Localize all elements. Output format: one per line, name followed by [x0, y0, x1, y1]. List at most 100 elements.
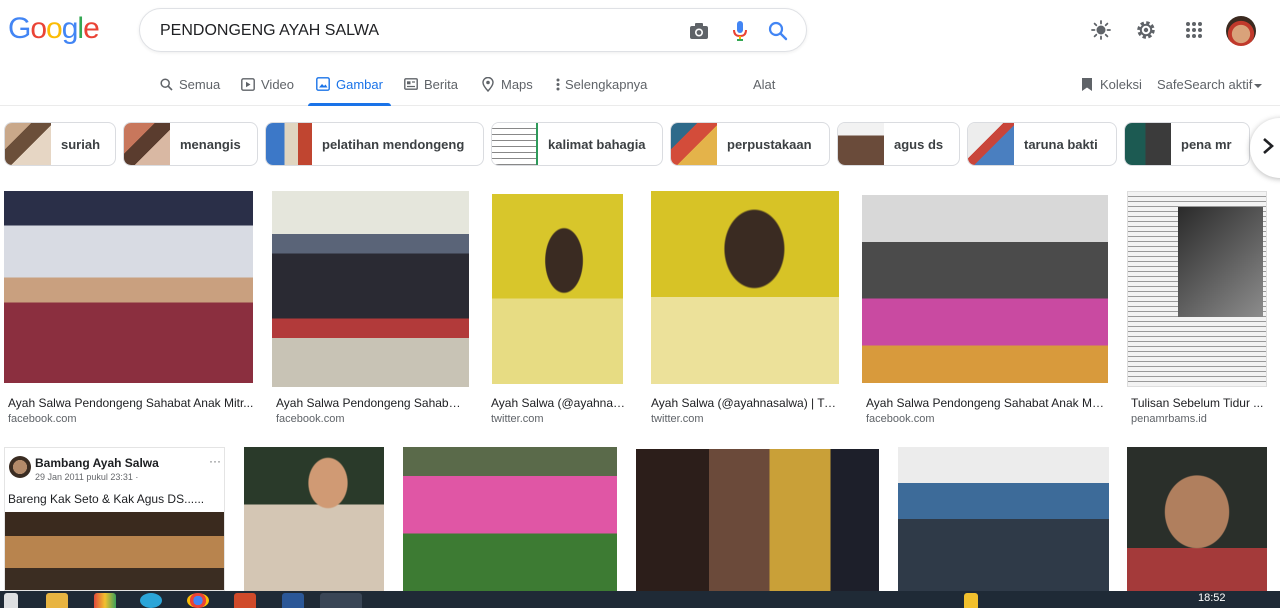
article-photo: [1178, 207, 1263, 317]
chip-thumbnail: [838, 123, 884, 165]
search-icon[interactable]: [766, 19, 790, 43]
chevron-right-icon: [1262, 137, 1274, 160]
tab-label: Selengkapnya: [565, 76, 648, 92]
image-result[interactable]: [403, 447, 617, 591]
chip[interactable]: pelatihan mendongeng: [265, 122, 484, 166]
tab-berita[interactable]: Berita: [404, 62, 458, 106]
more-vert-icon: [555, 77, 561, 91]
chip-label: suriah: [61, 136, 101, 152]
result-source: facebook.com: [276, 413, 345, 425]
result-title: Ayah Salwa (@ayahnas...: [491, 396, 629, 410]
fb-author-name: Bambang Ayah Salwa: [35, 456, 159, 470]
result-title: Tulisan Sebelum Tidur ...: [1131, 396, 1264, 410]
chip[interactable]: menangis: [123, 122, 258, 166]
tab-label: Video: [261, 76, 295, 92]
result-source: twitter.com: [491, 413, 544, 425]
tab-semua[interactable]: Semua: [159, 62, 220, 106]
result-thumbnail: [244, 447, 384, 591]
chip[interactable]: suriah: [4, 122, 116, 166]
chip-label: kalimat bahagia: [548, 136, 646, 152]
apps-grid-icon[interactable]: [1182, 18, 1206, 42]
google-logo[interactable]: Google: [8, 12, 100, 46]
result-thumbnail: [898, 447, 1109, 591]
image-result[interactable]: Ayah Salwa Pendongeng Sahabat... faceboo…: [272, 191, 469, 429]
result-title: Ayah Salwa (@ayahnasalwa) | Twi...: [651, 396, 839, 410]
search-icon: [159, 77, 173, 91]
tab-selengkapnya[interactable]: Selengkapnya: [555, 62, 647, 106]
safesearch-label: SafeSearch aktif: [1157, 76, 1253, 92]
safesearch-button[interactable]: SafeSearch aktif: [1157, 62, 1263, 106]
image-result[interactable]: Bambang Ayah Salwa 29 Jan 2011 pukul 23:…: [4, 447, 225, 591]
chip-thumbnail: [671, 123, 717, 165]
image-result[interactable]: [898, 447, 1109, 591]
chrome-icon[interactable]: [187, 593, 209, 608]
powerpoint-icon[interactable]: [234, 593, 256, 608]
news-icon: [404, 77, 418, 91]
bookmark-icon: [1080, 77, 1094, 91]
image-result[interactable]: [636, 449, 879, 591]
image-result[interactable]: Ayah Salwa Pendongeng Sahabat Anak Mit..…: [862, 191, 1109, 429]
chip[interactable]: perpustakaan: [670, 122, 830, 166]
fb-avatar: [9, 456, 31, 478]
active-app-icon[interactable]: [320, 593, 362, 608]
result-source: facebook.com: [866, 413, 935, 425]
tab-maps[interactable]: Maps: [481, 62, 533, 106]
tab-label: Maps: [501, 76, 533, 92]
chip-label: perpustakaan: [727, 136, 812, 152]
map-pin-icon: [481, 76, 495, 92]
chip-thumbnail: [266, 123, 312, 165]
tab-gambar[interactable]: Gambar: [308, 62, 391, 106]
search-input[interactable]: [160, 19, 660, 43]
logo-letter: o: [30, 12, 47, 45]
fb-post-date: 29 Jan 2011 pukul 23:31 ·: [35, 472, 139, 482]
tray-icon[interactable]: [964, 593, 978, 608]
google-images-page: Google Semua: [0, 0, 1280, 608]
image-result[interactable]: Ayah Salwa (@ayahnas... twitter.com: [487, 191, 632, 429]
result-thumbnail: [492, 194, 623, 384]
result-thumbnail: [272, 191, 469, 387]
taskbar-clock[interactable]: 18:52: [1198, 592, 1226, 604]
result-thumbnail: [862, 195, 1108, 383]
tab-video[interactable]: Video: [241, 62, 294, 106]
chip[interactable]: kalimat bahagia: [491, 122, 663, 166]
image-result[interactable]: [1127, 447, 1267, 591]
photos-icon[interactable]: [94, 593, 116, 608]
windows-start-icon[interactable]: [4, 593, 18, 608]
collections-label: Koleksi: [1100, 76, 1142, 92]
tab-label: Berita: [424, 76, 458, 92]
brightness-icon[interactable]: [1089, 18, 1113, 42]
word-icon[interactable]: [282, 593, 304, 608]
collections-button[interactable]: Koleksi: [1080, 62, 1142, 106]
gear-icon[interactable]: [1134, 18, 1158, 42]
camera-icon[interactable]: [687, 19, 711, 43]
image-result[interactable]: Ayah Salwa (@ayahnasalwa) | Twi... twitt…: [647, 191, 840, 429]
chip-thumbnail: [124, 123, 170, 165]
avatar[interactable]: [1226, 16, 1256, 46]
tools-button[interactable]: Alat: [753, 62, 775, 106]
image-result[interactable]: Tulisan Sebelum Tidur ... penamrbams.id: [1127, 191, 1267, 429]
chip-thumbnail: [492, 123, 538, 165]
image-result[interactable]: Ayah Salwa Pendongeng Sahabat Anak Mitr.…: [4, 191, 254, 429]
file-explorer-icon[interactable]: [46, 593, 68, 608]
mic-icon[interactable]: [728, 19, 752, 43]
chip-thumbnail: [5, 123, 51, 165]
header: Google: [0, 0, 1280, 62]
result-thumbnail: [651, 191, 839, 384]
result-thumbnail: [1127, 447, 1267, 591]
chip-label: taruna bakti: [1024, 136, 1098, 152]
result-title: Ayah Salwa Pendongeng Sahabat...: [276, 396, 466, 410]
logo-letter: o: [46, 12, 63, 45]
tab-label: Gambar: [336, 76, 383, 92]
logo-letter: g: [61, 12, 79, 45]
search-box[interactable]: [139, 8, 807, 52]
result-source: twitter.com: [651, 413, 704, 425]
video-icon: [241, 77, 255, 91]
chip[interactable]: taruna bakti: [967, 122, 1117, 166]
image-result[interactable]: [244, 447, 384, 591]
logo-letter: e: [83, 12, 100, 45]
chip-thumbnail: [968, 123, 1014, 165]
chip[interactable]: agus ds: [837, 122, 960, 166]
image-icon: [316, 77, 330, 91]
chip[interactable]: pena mr: [1124, 122, 1250, 166]
edge-icon[interactable]: [140, 593, 162, 608]
